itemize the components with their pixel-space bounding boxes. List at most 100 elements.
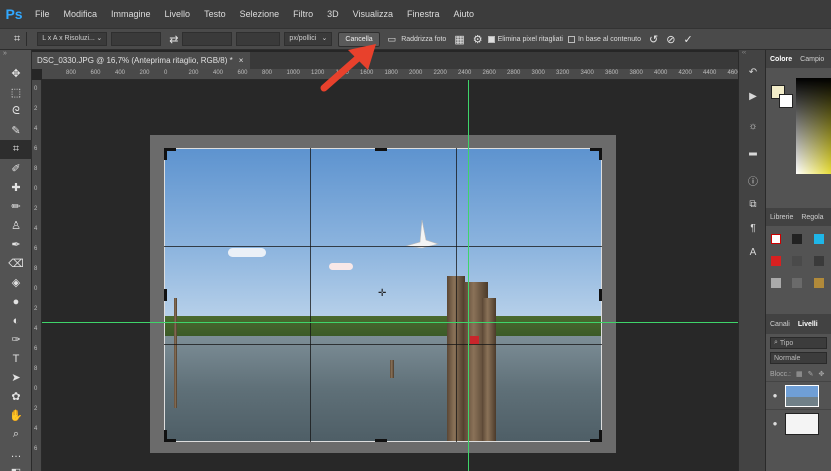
healing-brush-tool-icon[interactable]: ✚ [0, 178, 32, 197]
delete-pixels-checkbox[interactable] [487, 35, 495, 43]
clone-stamp-tool-icon[interactable]: ♙ [0, 216, 32, 235]
swatch-cyan[interactable] [814, 234, 824, 244]
settings-gear-icon[interactable]: ⚙ [473, 33, 483, 46]
content-aware-option[interactable]: In base al contenuto [567, 35, 641, 43]
custom-shape-tool-icon[interactable]: ✿ [0, 387, 32, 406]
width-field[interactable] [111, 32, 162, 46]
info-panel-icon[interactable]: ⓘ [739, 168, 767, 192]
swatch-gray[interactable] [792, 256, 802, 266]
no-color-swatch[interactable] [771, 234, 781, 244]
eraser-tool-icon[interactable]: ⌫ [0, 254, 32, 273]
hand-tool-icon[interactable]: ✋ [0, 406, 32, 425]
document-tab[interactable]: DSC_0330.JPG @ 16,7% (Anteprima ritaglio… [32, 52, 250, 69]
blend-mode-select[interactable]: Normale [770, 352, 827, 364]
cancel-crop-icon[interactable]: ⊘ [666, 33, 675, 46]
lock-transparency-icon[interactable]: ▦ [796, 370, 803, 378]
menu-finestra[interactable]: Finestra [400, 9, 447, 19]
layer-row[interactable]: ● [766, 409, 831, 437]
more-tools-icon[interactable]: … [0, 444, 32, 463]
collapse-panels-icon[interactable]: ‹‹ [739, 50, 765, 60]
lock-paint-icon[interactable]: ✎ [808, 370, 814, 378]
character-panel-icon[interactable]: A [739, 240, 767, 264]
vertical-ruler[interactable]: 0 2 4 6 8 0 2 4 6 8 0 2 4 6 8 0 2 4 6 [32, 80, 42, 471]
eyedropper-tool-icon[interactable]: ✐ [0, 159, 32, 178]
crop-handle-right[interactable] [599, 289, 602, 301]
brush-tool-icon[interactable]: ✏ [0, 197, 32, 216]
swatch-gold[interactable] [814, 278, 824, 288]
swatch-red[interactable] [771, 256, 781, 266]
horizontal-guide[interactable] [42, 322, 738, 323]
move-tool-icon[interactable]: ✥ [0, 64, 32, 83]
visibility-eye-icon[interactable]: ● [770, 419, 780, 429]
menu-visualizza[interactable]: Visualizza [346, 9, 400, 19]
straighten-label[interactable]: Raddrizza foto [401, 36, 446, 43]
path-selection-tool-icon[interactable]: ➤ [0, 368, 32, 387]
paint-bucket-tool-icon[interactable]: ◈ [0, 273, 32, 292]
straighten-icon[interactable]: ▭ [388, 34, 397, 45]
history-panel-icon[interactable]: ↶ [739, 60, 767, 84]
commit-checkmark-icon[interactable]: ✓ [683, 33, 692, 46]
swatch-light-gray[interactable] [771, 278, 781, 288]
resolution-field[interactable] [236, 32, 281, 46]
layer-row[interactable]: ● [766, 381, 831, 409]
tab-adjustments[interactable]: Regola [797, 214, 827, 221]
crop-handle-bottom-left[interactable] [164, 430, 167, 442]
color-picker-field[interactable] [796, 78, 831, 174]
swatch-black[interactable] [792, 234, 802, 244]
horizontal-ruler[interactable]: 8006004002000200400600800100012001400160… [42, 69, 738, 80]
tab-libraries[interactable]: Librerie [766, 214, 797, 221]
background-color-swatch[interactable] [779, 94, 793, 108]
crop-handle-top-right[interactable] [599, 148, 602, 160]
crop-tool-preset-icon[interactable]: ⌗ [14, 33, 20, 46]
crop-handle-top-left[interactable] [164, 148, 167, 160]
reset-icon[interactable]: ↺ [649, 33, 658, 46]
menu-aiuto[interactable]: Aiuto [447, 9, 482, 19]
menu-livello[interactable]: Livello [158, 9, 198, 19]
pen-tool-icon[interactable]: ✑ [0, 330, 32, 349]
actions-panel-icon[interactable]: ▶ [739, 84, 767, 108]
menu-3d[interactable]: 3D [320, 9, 346, 19]
layer-thumbnail[interactable] [785, 384, 819, 407]
ratio-select[interactable]: L x A x Risoluzi... ⌄ [37, 32, 108, 46]
layer-thumbnail[interactable] [785, 412, 819, 435]
tab-layers[interactable]: Livelli [794, 321, 822, 328]
delete-cropped-pixels-option[interactable]: Elimina pixel ritagliati [487, 35, 563, 43]
crop-handle-bottom[interactable] [375, 439, 387, 442]
menu-file[interactable]: File [28, 9, 57, 19]
paragraph-panel-icon[interactable]: ¶ [739, 216, 767, 240]
crop-center-target-icon[interactable]: ✛ [378, 288, 386, 299]
crop-tool-icon[interactable]: ⌗ [0, 140, 32, 159]
lock-position-icon[interactable]: ✥ [819, 370, 825, 378]
lasso-tool-icon[interactable]: ᘓ [0, 102, 32, 121]
blur-tool-icon[interactable]: ● [0, 292, 32, 311]
vertical-guide[interactable] [468, 80, 469, 471]
swatch-mid-gray[interactable] [792, 278, 802, 288]
adjustments-panel-icon[interactable]: ☼ [739, 114, 767, 138]
marquee-tool-icon[interactable]: ⬚ [0, 83, 32, 102]
tab-color[interactable]: Colore [766, 56, 796, 63]
photoshop-logo[interactable]: Ps [0, 0, 28, 28]
menu-filtro[interactable]: Filtro [286, 9, 320, 19]
swatch-dark[interactable] [814, 256, 824, 266]
menu-modifica[interactable]: Modifica [57, 9, 105, 19]
foreground-background-colors-icon[interactable]: ◧ [0, 463, 32, 471]
quick-selection-tool-icon[interactable]: ✎ [0, 121, 32, 140]
dodge-tool-icon[interactable]: ◐ [0, 311, 32, 330]
layer-filter-search[interactable]: ⌕ Tipo [770, 337, 827, 349]
menu-testo[interactable]: Testo [197, 9, 233, 19]
crop-handle-left[interactable] [164, 289, 167, 301]
type-tool-icon[interactable]: T [0, 349, 32, 368]
menu-selezione[interactable]: Selezione [233, 9, 287, 19]
tab-channels[interactable]: Canali [766, 321, 794, 328]
history-brush-tool-icon[interactable]: ✒ [0, 235, 32, 254]
menu-immagine[interactable]: Immagine [104, 9, 158, 19]
overlay-grid-icon[interactable]: ▦ [454, 33, 464, 46]
canvas-area[interactable]: ✛ [42, 80, 738, 471]
zoom-tool-icon[interactable]: ⌕ [0, 425, 32, 444]
height-field[interactable] [182, 32, 233, 46]
swap-dimensions-icon[interactable]: ⇄ [169, 33, 178, 46]
content-aware-checkbox[interactable] [567, 35, 575, 43]
visibility-eye-icon[interactable]: ● [770, 391, 780, 401]
toolbox-collapse-icon[interactable]: » [0, 50, 31, 64]
crop-handle-top[interactable] [375, 148, 387, 151]
